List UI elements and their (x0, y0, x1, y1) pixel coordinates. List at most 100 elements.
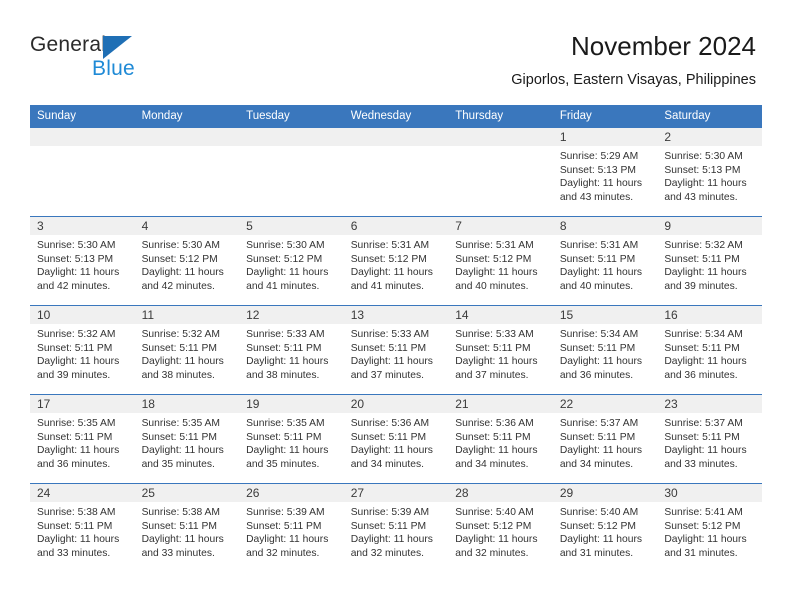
calendar-cell-day[interactable]: 2 Sunrise: 5:30 AM Sunset: 5:13 PM Daylight… (657, 127, 762, 217)
day-detail-line: and 31 minutes. (559, 547, 634, 559)
day-detail-line: and 40 minutes. (559, 280, 634, 292)
calendar-cell-day[interactable]: 29 Sunrise: 5:40 AM Sunset: 5:12 PM Dayligh… (552, 483, 658, 573)
day-detail-line: and 32 minutes. (350, 547, 424, 559)
day-detail-line: Daylight: 11 hours (559, 445, 643, 457)
page-header: General Blue November 2024 Giporlos, Eas… (0, 0, 792, 103)
day-number: 26 (239, 484, 344, 502)
day-detail-line: Sunset: 5:12 PM (455, 520, 532, 532)
day-number: 16 (657, 306, 762, 324)
general-blue-logo[interactable]: General Blue (30, 33, 210, 83)
calendar-cell-day[interactable]: 19 Sunrise: 5:35 AM Sunset: 5:11 PM Dayligh… (239, 394, 344, 484)
day-details: Sunrise: 5:30 AM Sunset: 5:13 PM Daylight:… (30, 235, 135, 293)
day-detail-line: Sunrise: 5:37 AM (664, 418, 743, 429)
day-detail-line: Sunrise: 5:34 AM (559, 329, 639, 340)
weekday-header-friday: Friday (552, 105, 658, 128)
weekday-header-wednesday: Wednesday (343, 105, 449, 128)
day-details (239, 146, 344, 150)
day-detail-line: Sunrise: 5:30 AM (246, 240, 325, 251)
day-detail-line: Sunset: 5:11 PM (350, 431, 427, 443)
day-detail-line: and 39 minutes. (37, 369, 111, 381)
day-detail-line: Sunset: 5:11 PM (559, 253, 636, 265)
day-detail-line: Sunrise: 5:31 AM (559, 240, 639, 251)
day-details: Sunrise: 5:30 AM Sunset: 5:12 PM Daylight:… (135, 235, 240, 293)
day-detail-line: and 43 minutes. (559, 191, 634, 203)
day-detail-line: and 41 minutes. (350, 280, 424, 292)
day-details (448, 146, 553, 150)
day-detail-line: and 34 minutes. (455, 458, 529, 470)
calendar-cell-day[interactable]: 13 Sunrise: 5:33 AM Sunset: 5:11 PM Dayligh… (343, 305, 449, 395)
calendar-cell-day[interactable]: 3 Sunrise: 5:30 AM Sunset: 5:13 PM Daylight… (30, 216, 135, 306)
day-detail-line: Sunrise: 5:35 AM (141, 418, 220, 429)
calendar-cell-day[interactable]: 14 Sunrise: 5:33 AM Sunset: 5:11 PM Dayligh… (448, 305, 553, 395)
day-detail-line: Sunrise: 5:34 AM (664, 329, 743, 340)
calendar-cell-day[interactable]: 17 Sunrise: 5:35 AM Sunset: 5:11 PM Dayligh… (30, 394, 135, 484)
day-details: Sunrise: 5:38 AM Sunset: 5:11 PM Daylight:… (30, 502, 135, 560)
day-detail-line: Sunrise: 5:31 AM (455, 240, 534, 251)
day-detail-line: Sunset: 5:12 PM (350, 253, 427, 265)
day-detail-line: and 38 minutes. (246, 369, 320, 381)
day-number: 25 (134, 484, 240, 502)
day-number: 8 (552, 217, 658, 235)
calendar-cell-empty (448, 127, 553, 217)
day-detail-line: Daylight: 11 hours (246, 356, 329, 368)
day-detail-line: and 31 minutes. (664, 547, 738, 559)
day-detail-line: Daylight: 11 hours (559, 178, 643, 190)
calendar-cell-day[interactable]: 24 Sunrise: 5:38 AM Sunset: 5:11 PM Dayligh… (30, 483, 135, 573)
day-details: Sunrise: 5:31 AM Sunset: 5:12 PM Daylight:… (344, 235, 449, 293)
day-detail-line: Sunset: 5:11 PM (350, 342, 427, 354)
calendar-week-row: 3 Sunrise: 5:30 AM Sunset: 5:13 PM Daylight… (30, 216, 762, 306)
calendar-page: General Blue November 2024 Giporlos, Eas… (0, 0, 792, 612)
day-detail-line: Sunrise: 5:39 AM (350, 507, 430, 518)
calendar-cell-day[interactable]: 22 Sunrise: 5:37 AM Sunset: 5:11 PM Dayligh… (552, 394, 658, 484)
day-number: 24 (30, 484, 135, 502)
day-detail-line: Sunrise: 5:37 AM (559, 418, 639, 429)
day-detail-line: and 41 minutes. (246, 280, 320, 292)
calendar-cell-day[interactable]: 26 Sunrise: 5:39 AM Sunset: 5:11 PM Dayligh… (239, 483, 344, 573)
calendar-table: Sunday Monday Tuesday Wednesday Thursday… (30, 105, 762, 573)
day-detail-line: Sunrise: 5:35 AM (37, 418, 116, 429)
day-detail-line: Sunrise: 5:33 AM (350, 329, 430, 340)
calendar-cell-day[interactable]: 28 Sunrise: 5:40 AM Sunset: 5:12 PM Dayligh… (448, 483, 553, 573)
day-details: Sunrise: 5:34 AM Sunset: 5:11 PM Daylight:… (553, 324, 658, 382)
calendar-cell-day[interactable]: 18 Sunrise: 5:35 AM Sunset: 5:11 PM Dayligh… (134, 394, 240, 484)
day-number: 10 (30, 306, 135, 324)
calendar-cell-day[interactable]: 30 Sunrise: 5:41 AM Sunset: 5:12 PM Dayligh… (657, 483, 762, 573)
day-detail-line: and 36 minutes. (559, 369, 634, 381)
day-detail-line: Daylight: 11 hours (246, 445, 329, 457)
calendar-cell-day[interactable]: 23 Sunrise: 5:37 AM Sunset: 5:11 PM Dayligh… (657, 394, 762, 484)
calendar-cell-day[interactable]: 9 Sunrise: 5:32 AM Sunset: 5:11 PM Daylight… (657, 216, 762, 306)
day-number: 30 (657, 484, 762, 502)
weekday-header-saturday: Saturday (657, 105, 762, 128)
calendar-header-row: Sunday Monday Tuesday Wednesday Thursday… (30, 105, 762, 128)
calendar-cell-day[interactable]: 15 Sunrise: 5:34 AM Sunset: 5:11 PM Dayligh… (552, 305, 658, 395)
calendar-cell-day[interactable]: 12 Sunrise: 5:33 AM Sunset: 5:11 PM Dayligh… (239, 305, 344, 395)
day-detail-line: Sunrise: 5:40 AM (455, 507, 534, 518)
calendar-cell-day[interactable]: 4 Sunrise: 5:30 AM Sunset: 5:12 PM Daylight… (134, 216, 240, 306)
calendar-cell-day[interactable]: 8 Sunrise: 5:31 AM Sunset: 5:11 PM Daylight… (552, 216, 658, 306)
calendar-cell-day[interactable]: 27 Sunrise: 5:39 AM Sunset: 5:11 PM Dayligh… (343, 483, 449, 573)
day-detail-line: Sunrise: 5:41 AM (664, 507, 743, 518)
day-detail-line: Sunset: 5:11 PM (664, 431, 740, 443)
day-detail-line: Sunrise: 5:33 AM (455, 329, 534, 340)
day-number: 29 (552, 484, 658, 502)
day-detail-line: Daylight: 11 hours (141, 534, 224, 546)
calendar-cell-day[interactable]: 21 Sunrise: 5:36 AM Sunset: 5:11 PM Dayligh… (448, 394, 553, 484)
day-number (30, 128, 135, 146)
day-number: 20 (343, 395, 449, 413)
calendar-cell-day[interactable]: 11 Sunrise: 5:32 AM Sunset: 5:11 PM Dayligh… (134, 305, 240, 395)
calendar-cell-day[interactable]: 7 Sunrise: 5:31 AM Sunset: 5:12 PM Daylight… (448, 216, 553, 306)
day-detail-line: Sunrise: 5:30 AM (141, 240, 220, 251)
calendar-cell-day[interactable]: 6 Sunrise: 5:31 AM Sunset: 5:12 PM Daylight… (343, 216, 449, 306)
day-detail-line: and 37 minutes. (455, 369, 529, 381)
calendar-cell-day[interactable]: 25 Sunrise: 5:38 AM Sunset: 5:11 PM Dayligh… (134, 483, 240, 573)
day-number (448, 128, 553, 146)
calendar-cell-day[interactable]: 1 Sunrise: 5:29 AM Sunset: 5:13 PM Daylight… (552, 127, 658, 217)
calendar-cell-day[interactable]: 16 Sunrise: 5:34 AM Sunset: 5:11 PM Dayligh… (657, 305, 762, 395)
calendar-cell-day[interactable]: 10 Sunrise: 5:32 AM Sunset: 5:11 PM Dayligh… (30, 305, 135, 395)
day-details: Sunrise: 5:39 AM Sunset: 5:11 PM Daylight:… (239, 502, 344, 560)
calendar-cell-day[interactable]: 20 Sunrise: 5:36 AM Sunset: 5:11 PM Dayligh… (343, 394, 449, 484)
day-details: Sunrise: 5:33 AM Sunset: 5:11 PM Daylight:… (239, 324, 344, 382)
day-number: 21 (448, 395, 553, 413)
calendar-cell-day[interactable]: 5 Sunrise: 5:30 AM Sunset: 5:12 PM Daylight… (239, 216, 344, 306)
weekday-header-thursday: Thursday (448, 105, 553, 128)
